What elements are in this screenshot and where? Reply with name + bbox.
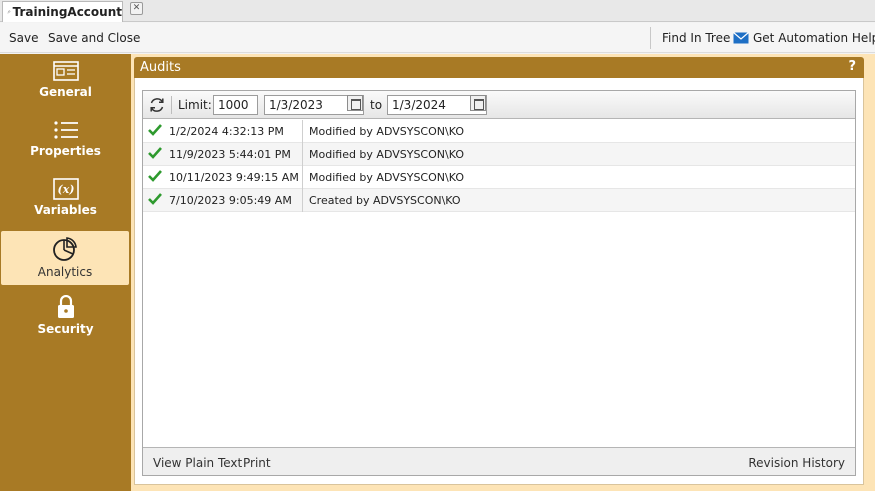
- sidebar: General Properties (x) Variables Analyti…: [0, 54, 131, 491]
- filter-divider: [171, 96, 172, 114]
- sidebar-item-label: General: [39, 85, 92, 99]
- column-divider: [302, 189, 303, 212]
- audit-rows: 1/2/2024 4:32:13 PM Modified by ADVSYSCO…: [143, 120, 855, 212]
- get-automation-help-button[interactable]: Get Automation Help...: [753, 31, 875, 45]
- lock-icon: [57, 295, 74, 318]
- sidebar-item-label: Properties: [30, 144, 101, 158]
- audit-description: Modified by ADVSYSCON\KO: [309, 125, 464, 138]
- audit-row[interactable]: 1/2/2024 4:32:13 PM Modified by ADVSYSCO…: [143, 120, 855, 143]
- revision-history-button[interactable]: Revision History: [748, 456, 845, 470]
- audit-description: Modified by ADVSYSCON\KO: [309, 171, 464, 184]
- sidebar-item-label: Analytics: [37, 265, 93, 279]
- audit-list: Limit: 1000 1/3/2023 to 1/3/2024 1/2/202…: [142, 90, 856, 476]
- save-button[interactable]: Save: [9, 31, 38, 45]
- sidebar-item-properties[interactable]: Properties: [0, 119, 131, 175]
- from-calendar-icon[interactable]: [347, 95, 363, 111]
- audit-timestamp: 10/11/2023 9:49:15 AM: [169, 171, 299, 184]
- audit-row[interactable]: 11/9/2023 5:44:01 PM Modified by ADVSYSC…: [143, 143, 855, 166]
- refresh-icon[interactable]: [148, 96, 166, 114]
- panel-header: Audits ?: [134, 57, 864, 78]
- sidebar-item-general[interactable]: General: [0, 60, 131, 116]
- check-icon: [148, 193, 162, 205]
- panel-title: Audits: [140, 60, 181, 75]
- audit-timestamp: 11/9/2023 5:44:01 PM: [169, 148, 291, 161]
- column-divider: [302, 120, 303, 143]
- toolbar: Save Save and Close Find In Tree Get Aut…: [0, 23, 875, 53]
- document-tab[interactable]: TrainingAccount: [2, 1, 123, 22]
- audit-description: Created by ADVSYSCON\KO: [309, 194, 461, 207]
- variable-icon: (x): [52, 178, 79, 200]
- sidebar-item-label: Variables: [34, 203, 97, 217]
- check-icon: [148, 170, 162, 182]
- pie-chart-icon: [53, 237, 77, 261]
- limit-input[interactable]: 1000: [213, 95, 258, 115]
- form-icon: [52, 61, 79, 81]
- document-tab-title: TrainingAccount: [12, 5, 122, 19]
- find-in-tree-button[interactable]: Find In Tree: [662, 31, 730, 45]
- toolbar-divider: [650, 27, 651, 49]
- sidebar-item-analytics[interactable]: Analytics: [1, 231, 129, 285]
- view-plain-text-button[interactable]: View Plain Text: [153, 456, 242, 470]
- document-tab-strip: TrainingAccount ✕: [0, 0, 875, 22]
- check-icon: [148, 124, 162, 136]
- tab-close-icon[interactable]: ✕: [130, 2, 143, 15]
- sidebar-item-label: Security: [37, 322, 94, 336]
- key-icon: [7, 10, 11, 14]
- column-divider: [302, 143, 303, 166]
- audit-filter-bar: Limit: 1000 1/3/2023 to 1/3/2024: [143, 91, 855, 119]
- list-icon: [53, 121, 78, 139]
- audit-description: Modified by ADVSYSCON\KO: [309, 148, 464, 161]
- to-calendar-icon[interactable]: [470, 95, 486, 111]
- sidebar-item-variables[interactable]: (x) Variables: [0, 178, 131, 234]
- sidebar-item-security[interactable]: Security: [0, 295, 131, 351]
- print-button[interactable]: Print: [243, 456, 271, 470]
- audit-footer: View Plain Text Print Revision History: [143, 447, 855, 475]
- column-divider: [302, 166, 303, 189]
- save-and-close-button[interactable]: Save and Close: [48, 31, 140, 45]
- mail-icon: [733, 32, 749, 44]
- help-button[interactable]: ?: [848, 59, 856, 74]
- audit-row[interactable]: 10/11/2023 9:49:15 AM Modified by ADVSYS…: [143, 166, 855, 189]
- audit-timestamp: 7/10/2023 9:05:49 AM: [169, 194, 292, 207]
- svg-text:(x): (x): [57, 183, 74, 196]
- check-icon: [148, 147, 162, 159]
- audit-row[interactable]: 7/10/2023 9:05:49 AM Created by ADVSYSCO…: [143, 189, 855, 212]
- audit-timestamp: 1/2/2024 4:32:13 PM: [169, 125, 284, 138]
- limit-label: Limit:: [178, 98, 212, 112]
- to-label: to: [370, 98, 383, 112]
